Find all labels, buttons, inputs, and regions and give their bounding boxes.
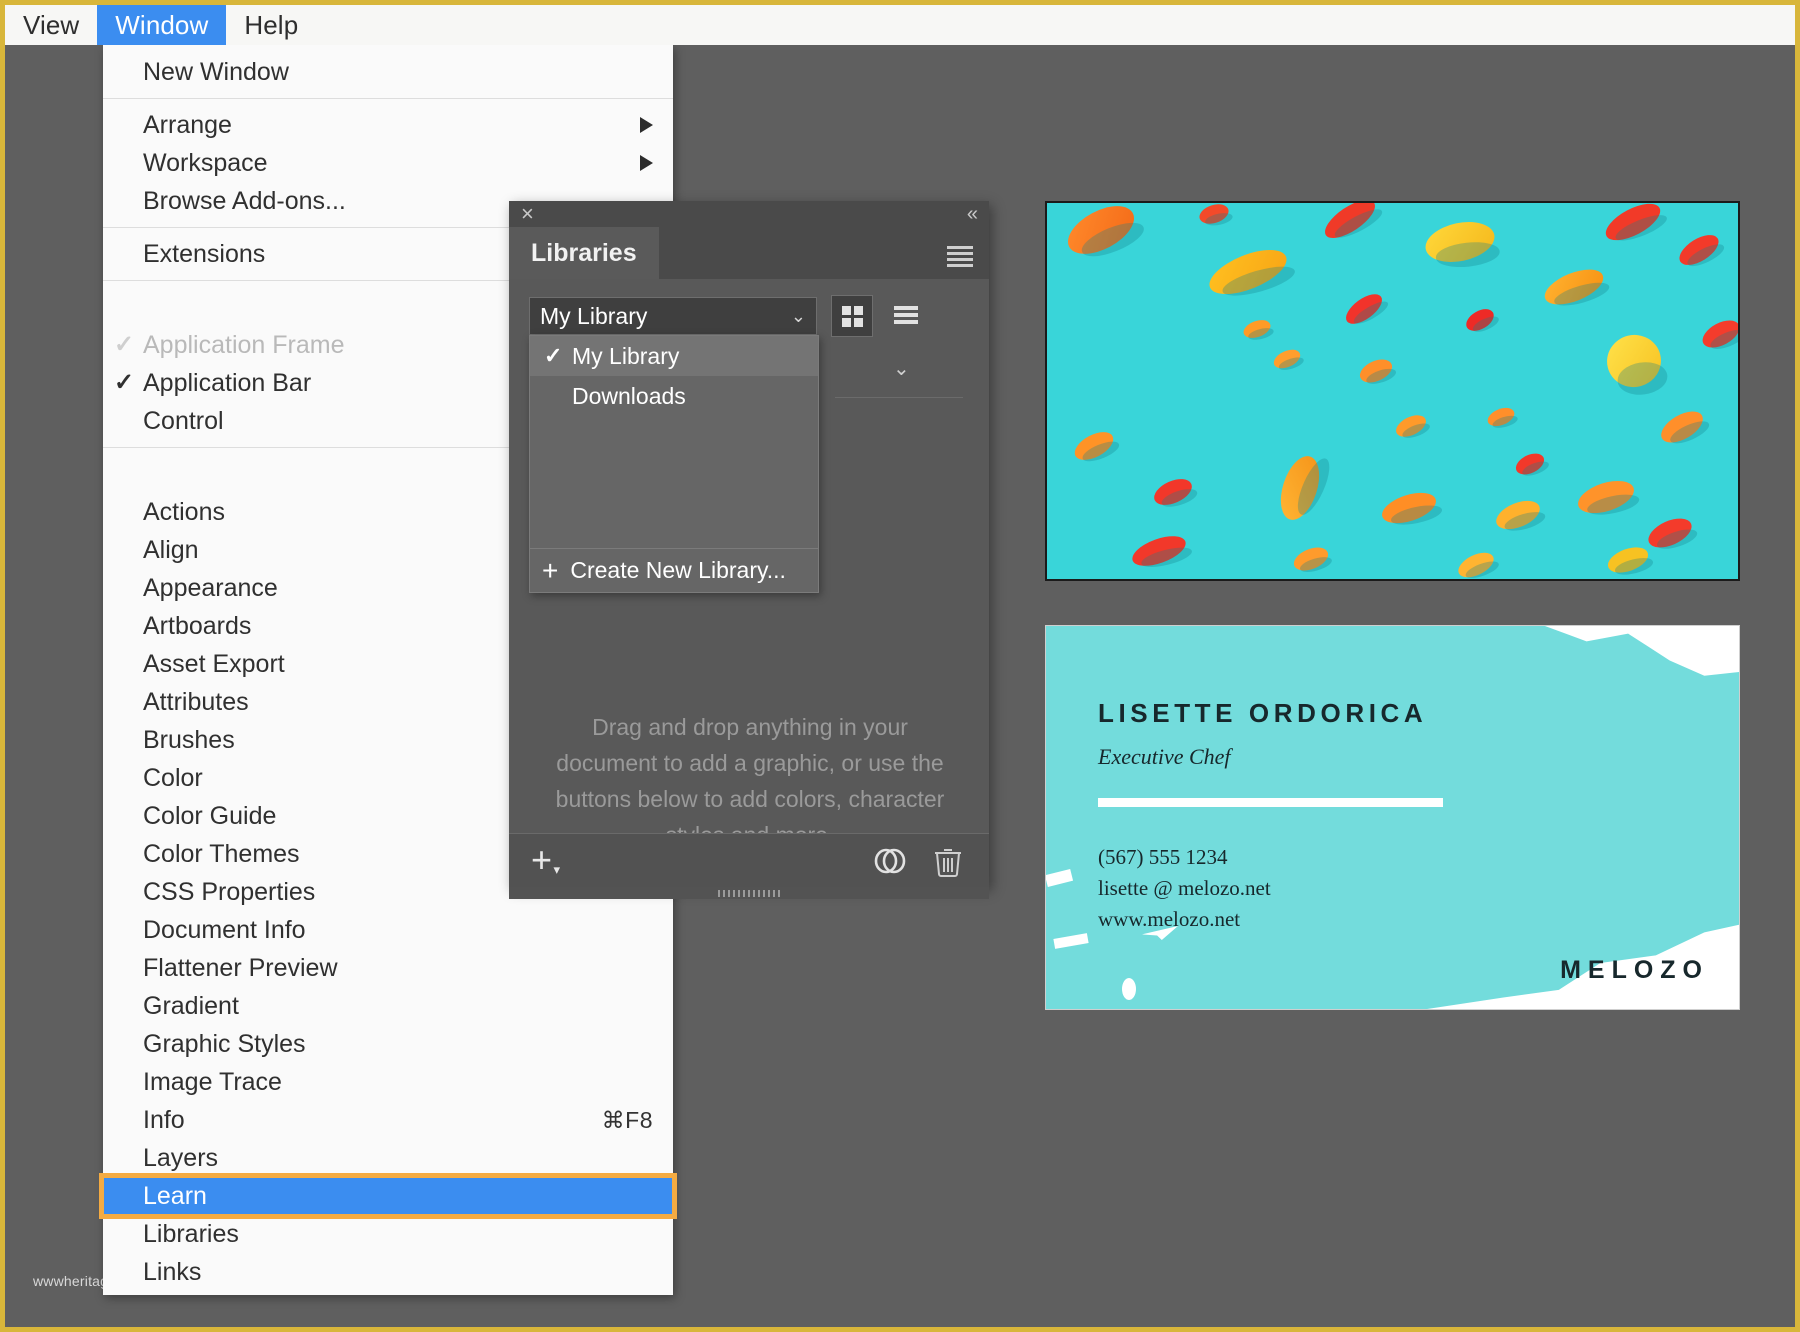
menu-item-links[interactable]: Libraries bbox=[103, 1215, 673, 1253]
panel-divider bbox=[835, 397, 963, 398]
plus-icon: + bbox=[542, 557, 558, 585]
menu-item-gradient[interactable]: Flattener Preview bbox=[103, 949, 673, 987]
menu-item-info[interactable]: Image Trace bbox=[103, 1063, 673, 1101]
creative-cloud-icon[interactable] bbox=[873, 846, 907, 876]
checkmark-icon: ✓ bbox=[114, 371, 134, 395]
menu-item-flattener-preview[interactable]: Document Info bbox=[103, 911, 673, 949]
card-logo: MELOZO bbox=[1560, 956, 1709, 985]
panel-footer: + ▾ bbox=[509, 833, 989, 887]
checkmark-icon: ✓ bbox=[114, 333, 134, 357]
menu-item-layers[interactable]: Info ⌘F8 bbox=[103, 1101, 673, 1139]
libraries-panel: × « Libraries My Library ⌄ bbox=[509, 201, 989, 887]
dropdown-option-downloads[interactable]: Downloads bbox=[530, 376, 818, 416]
menu-item-label: Document Info bbox=[143, 916, 653, 945]
library-select[interactable]: My Library ⌄ bbox=[529, 297, 817, 335]
close-icon[interactable]: × bbox=[521, 203, 534, 225]
submenu-arrow-icon bbox=[640, 117, 653, 133]
create-new-library-button[interactable]: + Create New Library... bbox=[530, 548, 818, 592]
menu-item-label: Flattener Preview bbox=[143, 954, 653, 983]
menu-item-magic-wand[interactable]: Links bbox=[103, 1253, 673, 1291]
menu-item-image-trace[interactable]: Graphic Styles bbox=[103, 1025, 673, 1063]
artboard-business-card[interactable]: LISETTE ORDORICA Executive Chef (567) 55… bbox=[1045, 625, 1740, 1010]
menubar-item-help[interactable]: Help bbox=[226, 5, 316, 45]
card-role: Executive Chef bbox=[1098, 744, 1231, 770]
menu-item-label: Learn bbox=[143, 1182, 653, 1211]
menu-item-label: Gradient bbox=[143, 992, 653, 1021]
chevron-down-icon: ⌄ bbox=[791, 307, 806, 325]
filter-chevron-down-icon[interactable]: ⌄ bbox=[893, 359, 910, 379]
dropdown-option-label: Downloads bbox=[572, 383, 686, 410]
panel-title-bar: × « bbox=[509, 201, 989, 227]
menu-item-arrange[interactable]: Arrange bbox=[103, 106, 673, 144]
panel-resize-grip[interactable] bbox=[509, 887, 989, 899]
menu-item-label: New Window bbox=[143, 58, 653, 87]
create-new-library-label: Create New Library... bbox=[570, 557, 786, 584]
card-website: www.melozo.net bbox=[1098, 904, 1271, 935]
menu-item-label: Workspace bbox=[143, 149, 640, 178]
menu-item-label: Links bbox=[143, 1258, 653, 1287]
menu-item-shortcut: ⌘F8 bbox=[602, 1107, 653, 1134]
card-email: lisette @ melozo.net bbox=[1098, 873, 1271, 904]
card-name: LISETTE ORDORICA bbox=[1098, 698, 1427, 729]
panel-body: My Library ⌄ ⌄ ✓ My Library Down bbox=[509, 279, 989, 833]
menu-item-label: Info bbox=[143, 1106, 602, 1135]
menu-item-label: Graphic Styles bbox=[143, 1030, 653, 1059]
card-divider bbox=[1098, 798, 1443, 807]
menu-item-label: Libraries bbox=[143, 1220, 653, 1249]
submenu-arrow-icon bbox=[640, 155, 653, 171]
menu-item-libraries[interactable]: Learn bbox=[103, 1177, 673, 1215]
grid-view-button[interactable] bbox=[831, 295, 873, 337]
collapse-panel-icon[interactable]: « bbox=[967, 204, 975, 224]
delete-icon[interactable] bbox=[933, 845, 963, 877]
grid-icon bbox=[842, 306, 863, 327]
menu-item-label: Layers bbox=[143, 1144, 653, 1173]
add-content-button[interactable]: + ▾ bbox=[531, 842, 552, 878]
tab-libraries[interactable]: Libraries bbox=[509, 227, 659, 279]
menu-item-learn[interactable]: Layers bbox=[103, 1139, 673, 1177]
menu-bar: View Window Help bbox=[5, 5, 1795, 45]
menu-item-workspace[interactable]: Workspace bbox=[103, 144, 673, 182]
tab-label: Libraries bbox=[531, 239, 637, 268]
menu-item-label: Arrange bbox=[143, 111, 640, 140]
card-contact-block: (567) 555 1234 lisette @ melozo.net www.… bbox=[1098, 842, 1271, 935]
plus-icon: + bbox=[531, 839, 552, 880]
list-icon bbox=[894, 306, 918, 327]
panel-menu-icon[interactable] bbox=[947, 246, 973, 262]
menu-item-graphic-styles[interactable]: Gradient bbox=[103, 987, 673, 1025]
card-phone: (567) 555 1234 bbox=[1098, 842, 1271, 873]
list-view-button[interactable] bbox=[885, 295, 927, 337]
card-background bbox=[1046, 626, 1739, 1009]
library-dropdown-list: ✓ My Library Downloads + Create New Libr… bbox=[529, 335, 819, 593]
menubar-item-window[interactable]: Window bbox=[97, 5, 226, 45]
empty-state-hint: Drag and drop anything in your document … bbox=[555, 709, 945, 853]
artboard-peppers[interactable] bbox=[1045, 201, 1740, 581]
dropdown-option-label: My Library bbox=[572, 343, 679, 370]
card-flake bbox=[1122, 978, 1136, 1000]
menu-item-label: Image Trace bbox=[143, 1068, 653, 1097]
caret-down-icon: ▾ bbox=[554, 863, 561, 876]
menu-item-new-window[interactable]: New Window bbox=[103, 53, 673, 91]
menubar-item-view[interactable]: View bbox=[5, 5, 97, 45]
menu-separator bbox=[103, 98, 673, 99]
dropdown-option-my-library[interactable]: ✓ My Library bbox=[530, 336, 818, 376]
library-select-value: My Library bbox=[540, 303, 647, 330]
checkmark-icon: ✓ bbox=[544, 343, 562, 369]
panel-tab-bar: Libraries bbox=[509, 227, 989, 279]
app-window: View Window Help New Window Arrange Work… bbox=[0, 0, 1800, 1332]
